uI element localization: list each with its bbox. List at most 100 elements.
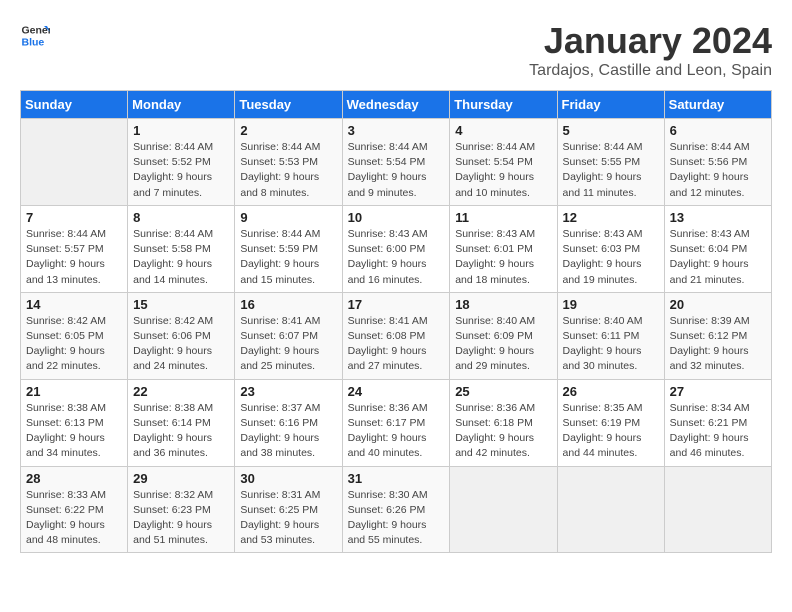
calendar-cell: 18 Sunrise: 8:40 AMSunset: 6:09 PMDayligh…: [450, 292, 557, 379]
day-info: Sunrise: 8:36 AMSunset: 6:18 PMDaylight:…: [455, 401, 551, 462]
calendar-cell: 26 Sunrise: 8:35 AMSunset: 6:19 PMDayligh…: [557, 379, 664, 466]
calendar-cell: 27Sunrise: 8:34 AMSunset: 6:21 PMDayligh…: [664, 379, 771, 466]
day-info: Sunrise: 8:43 AMSunset: 6:04 PMDaylight:…: [670, 227, 766, 288]
title-section: January 2024 Tardajos, Castille and Leon…: [529, 20, 772, 80]
calendar-cell: 24 Sunrise: 8:36 AMSunset: 6:17 PMDayligh…: [342, 379, 450, 466]
day-number: 19: [563, 297, 659, 312]
day-number: 7: [26, 210, 122, 225]
day-info: Sunrise: 8:44 AMSunset: 5:54 PMDaylight:…: [455, 140, 551, 201]
day-info: Sunrise: 8:43 AMSunset: 6:01 PMDaylight:…: [455, 227, 551, 288]
day-info: Sunrise: 8:30 AMSunset: 6:26 PMDaylight:…: [348, 488, 445, 549]
day-info: Sunrise: 8:42 AMSunset: 6:06 PMDaylight:…: [133, 314, 229, 375]
calendar-cell: 31 Sunrise: 8:30 AMSunset: 6:26 PMDayligh…: [342, 466, 450, 553]
calendar-cell: 28Sunrise: 8:33 AMSunset: 6:22 PMDayligh…: [21, 466, 128, 553]
calendar-cell: 17 Sunrise: 8:41 AMSunset: 6:08 PMDayligh…: [342, 292, 450, 379]
calendar-cell: 9 Sunrise: 8:44 AMSunset: 5:59 PMDaylight…: [235, 205, 342, 292]
weekday-header-row: SundayMondayTuesdayWednesdayThursdayFrid…: [21, 91, 772, 119]
day-info: Sunrise: 8:41 AMSunset: 6:08 PMDaylight:…: [348, 314, 445, 375]
day-info: Sunrise: 8:36 AMSunset: 6:17 PMDaylight:…: [348, 401, 445, 462]
day-number: 31: [348, 471, 445, 486]
svg-text:Blue: Blue: [22, 37, 45, 49]
day-number: 8: [133, 210, 229, 225]
calendar-cell: 29Sunrise: 8:32 AMSunset: 6:23 PMDayligh…: [128, 466, 235, 553]
day-info: Sunrise: 8:41 AMSunset: 6:07 PMDaylight:…: [240, 314, 336, 375]
calendar-cell: [664, 466, 771, 553]
calendar-cell: 25 Sunrise: 8:36 AMSunset: 6:18 PMDayligh…: [450, 379, 557, 466]
day-number: 13: [670, 210, 766, 225]
calendar-cell: 8 Sunrise: 8:44 AMSunset: 5:58 PMDaylight…: [128, 205, 235, 292]
calendar-cell: 6Sunrise: 8:44 AMSunset: 5:56 PMDaylight…: [664, 119, 771, 206]
day-info: Sunrise: 8:37 AMSunset: 6:16 PMDaylight:…: [240, 401, 336, 462]
day-info: Sunrise: 8:44 AMSunset: 5:56 PMDaylight:…: [670, 140, 766, 201]
day-info: Sunrise: 8:38 AMSunset: 6:13 PMDaylight:…: [26, 401, 122, 462]
calendar-cell: 11Sunrise: 8:43 AMSunset: 6:01 PMDayligh…: [450, 205, 557, 292]
calendar-cell: 7 Sunrise: 8:44 AMSunset: 5:57 PMDaylight…: [21, 205, 128, 292]
weekday-header-wednesday: Wednesday: [342, 91, 450, 119]
day-info: Sunrise: 8:35 AMSunset: 6:19 PMDaylight:…: [563, 401, 659, 462]
logo: General Blue: [20, 20, 50, 50]
calendar-cell: 23Sunrise: 8:37 AMSunset: 6:16 PMDayligh…: [235, 379, 342, 466]
day-info: Sunrise: 8:44 AMSunset: 5:59 PMDaylight:…: [240, 227, 336, 288]
day-number: 26: [563, 384, 659, 399]
day-number: 30: [240, 471, 336, 486]
calendar-cell: 1Sunrise: 8:44 AMSunset: 5:52 PMDaylight…: [128, 119, 235, 206]
day-number: 20: [670, 297, 766, 312]
day-number: 10: [348, 210, 445, 225]
week-row-2: 7 Sunrise: 8:44 AMSunset: 5:57 PMDaylight…: [21, 205, 772, 292]
day-number: 5: [563, 123, 659, 138]
day-number: 15: [133, 297, 229, 312]
calendar-cell: 21 Sunrise: 8:38 AMSunset: 6:13 PMDayligh…: [21, 379, 128, 466]
page-header: General Blue January 2024 Tardajos, Cast…: [20, 20, 772, 80]
calendar-cell: [450, 466, 557, 553]
day-number: 25: [455, 384, 551, 399]
day-number: 4: [455, 123, 551, 138]
week-row-4: 21 Sunrise: 8:38 AMSunset: 6:13 PMDayligh…: [21, 379, 772, 466]
calendar-cell: 30 Sunrise: 8:31 AMSunset: 6:25 PMDayligh…: [235, 466, 342, 553]
logo-icon: General Blue: [20, 20, 50, 50]
calendar-cell: 13 Sunrise: 8:43 AMSunset: 6:04 PMDayligh…: [664, 205, 771, 292]
day-info: Sunrise: 8:31 AMSunset: 6:25 PMDaylight:…: [240, 488, 336, 549]
day-info: Sunrise: 8:44 AMSunset: 5:57 PMDaylight:…: [26, 227, 122, 288]
day-number: 21: [26, 384, 122, 399]
calendar-cell: 22Sunrise: 8:38 AMSunset: 6:14 PMDayligh…: [128, 379, 235, 466]
weekday-header-tuesday: Tuesday: [235, 91, 342, 119]
weekday-header-thursday: Thursday: [450, 91, 557, 119]
calendar-table: SundayMondayTuesdayWednesdayThursdayFrid…: [20, 90, 772, 553]
day-info: Sunrise: 8:42 AMSunset: 6:05 PMDaylight:…: [26, 314, 122, 375]
calendar-cell: 3 Sunrise: 8:44 AMSunset: 5:54 PMDaylight…: [342, 119, 450, 206]
calendar-cell: 12Sunrise: 8:43 AMSunset: 6:03 PMDayligh…: [557, 205, 664, 292]
day-info: Sunrise: 8:43 AMSunset: 6:03 PMDaylight:…: [563, 227, 659, 288]
weekday-header-sunday: Sunday: [21, 91, 128, 119]
day-info: Sunrise: 8:44 AMSunset: 5:53 PMDaylight:…: [240, 140, 336, 201]
day-info: Sunrise: 8:44 AMSunset: 5:55 PMDaylight:…: [563, 140, 659, 201]
day-number: 2: [240, 123, 336, 138]
calendar-cell: 4 Sunrise: 8:44 AMSunset: 5:54 PMDaylight…: [450, 119, 557, 206]
day-number: 17: [348, 297, 445, 312]
calendar-title: January 2024: [529, 20, 772, 62]
calendar-cell: 10 Sunrise: 8:43 AMSunset: 6:00 PMDayligh…: [342, 205, 450, 292]
day-info: Sunrise: 8:39 AMSunset: 6:12 PMDaylight:…: [670, 314, 766, 375]
weekday-header-monday: Monday: [128, 91, 235, 119]
day-info: Sunrise: 8:38 AMSunset: 6:14 PMDaylight:…: [133, 401, 229, 462]
day-info: Sunrise: 8:34 AMSunset: 6:21 PMDaylight:…: [670, 401, 766, 462]
calendar-subtitle: Tardajos, Castille and Leon, Spain: [529, 62, 772, 80]
day-info: Sunrise: 8:40 AMSunset: 6:09 PMDaylight:…: [455, 314, 551, 375]
day-number: 16: [240, 297, 336, 312]
calendar-cell: 16 Sunrise: 8:41 AMSunset: 6:07 PMDayligh…: [235, 292, 342, 379]
day-info: Sunrise: 8:33 AMSunset: 6:22 PMDaylight:…: [26, 488, 122, 549]
calendar-cell: [557, 466, 664, 553]
day-number: 14: [26, 297, 122, 312]
day-info: Sunrise: 8:43 AMSunset: 6:00 PMDaylight:…: [348, 227, 445, 288]
day-number: 18: [455, 297, 551, 312]
day-number: 3: [348, 123, 445, 138]
calendar-cell: 15 Sunrise: 8:42 AMSunset: 6:06 PMDayligh…: [128, 292, 235, 379]
calendar-cell: 5 Sunrise: 8:44 AMSunset: 5:55 PMDaylight…: [557, 119, 664, 206]
calendar-cell: [21, 119, 128, 206]
day-info: Sunrise: 8:44 AMSunset: 5:58 PMDaylight:…: [133, 227, 229, 288]
day-number: 9: [240, 210, 336, 225]
calendar-cell: 14 Sunrise: 8:42 AMSunset: 6:05 PMDayligh…: [21, 292, 128, 379]
day-info: Sunrise: 8:44 AMSunset: 5:52 PMDaylight:…: [133, 140, 229, 201]
day-number: 24: [348, 384, 445, 399]
day-info: Sunrise: 8:44 AMSunset: 5:54 PMDaylight:…: [348, 140, 445, 201]
week-row-1: 1Sunrise: 8:44 AMSunset: 5:52 PMDaylight…: [21, 119, 772, 206]
